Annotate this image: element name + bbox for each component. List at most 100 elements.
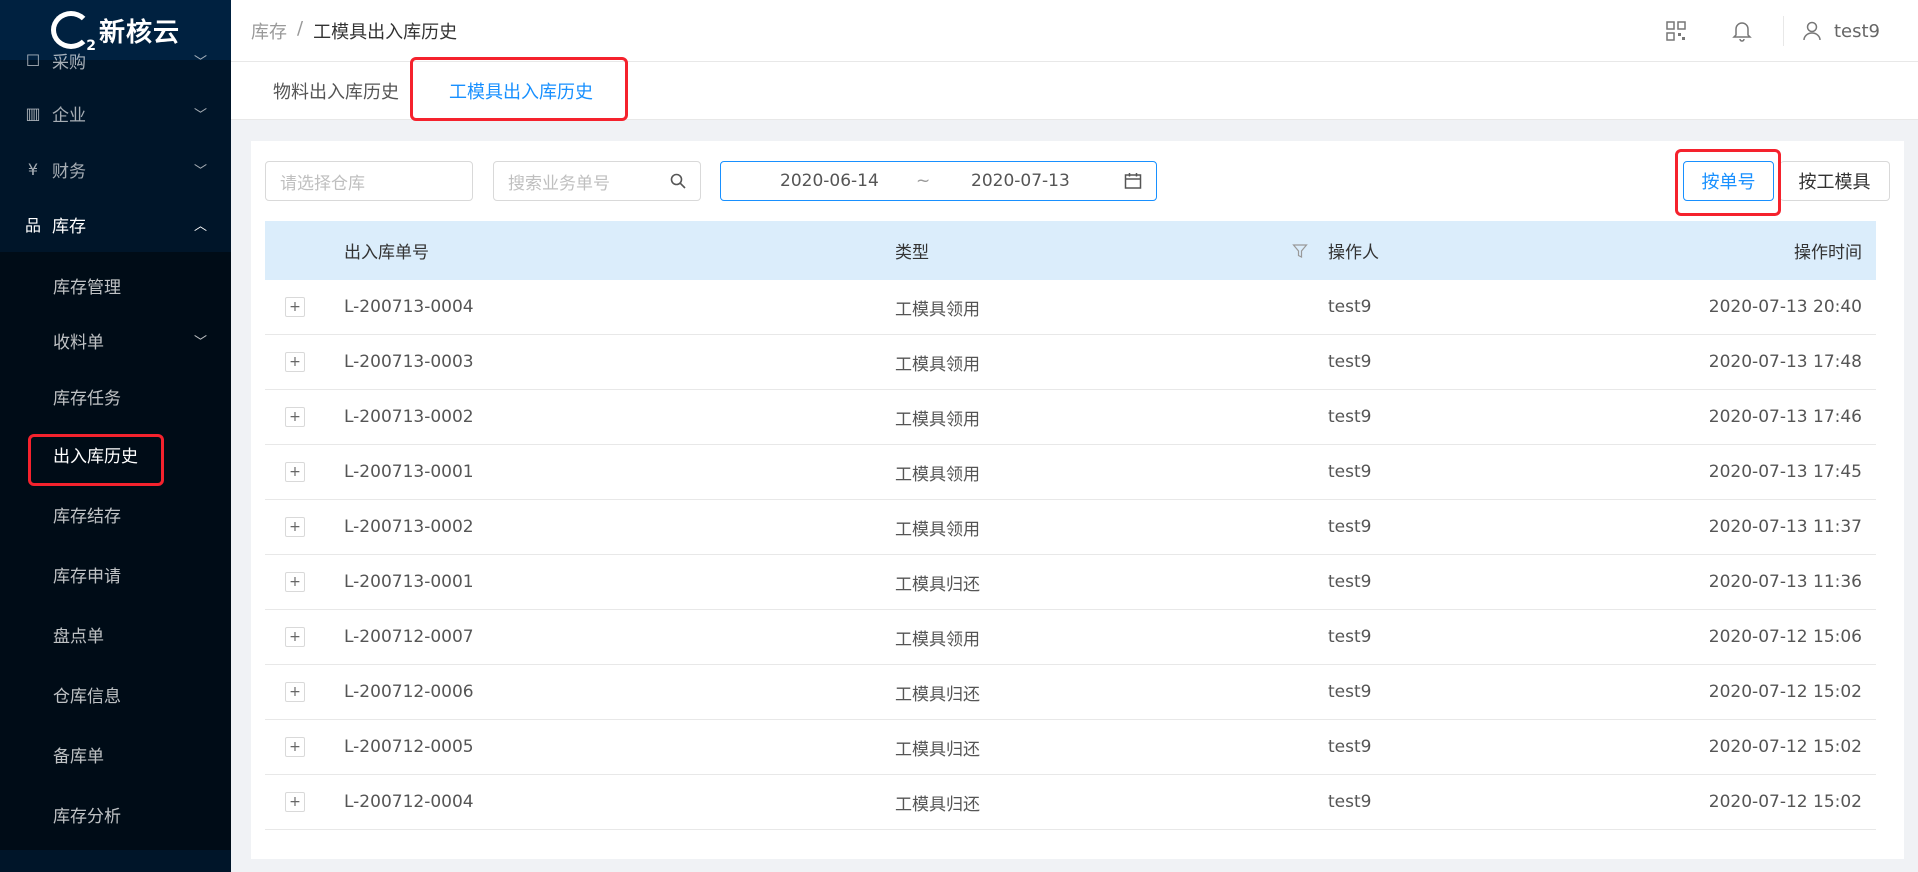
- by-tool-button[interactable]: 按工模具: [1780, 161, 1890, 201]
- sidebar-item-label: 收料单: [53, 332, 104, 353]
- table-row[interactable]: + L-200712-0007 工模具领用 test9 2020-07-12 15:06: [265, 610, 1876, 665]
- sidebar-item-label: 财务: [52, 161, 86, 182]
- cell-time: 2020-07-12 15:02: [1708, 737, 1862, 757]
- sidebar-item-label: 库存任务: [53, 388, 121, 409]
- header-type-label: 类型: [895, 243, 929, 263]
- tab-label: 物料出入库历史: [273, 82, 399, 103]
- cell-time: 2020-07-12 15:02: [1708, 682, 1862, 702]
- table-row[interactable]: + L-200713-0002 工模具领用 test9 2020-07-13 11:37: [265, 500, 1876, 555]
- cell-time: 2020-07-13 17:45: [1708, 462, 1862, 482]
- order-search-input[interactable]: 搜索业务单号: [493, 161, 701, 201]
- user-menu[interactable]: test9: [1792, 21, 1918, 42]
- expand-row-button[interactable]: +: [285, 792, 305, 812]
- expand-row-button[interactable]: +: [285, 407, 305, 427]
- username: test9: [1833, 20, 1880, 42]
- expand-row-button[interactable]: +: [285, 737, 305, 757]
- project-icon: ▭: [22, 869, 44, 872]
- expand-cell: +: [265, 407, 344, 427]
- sidebar-item-label: 库存申请: [53, 566, 121, 587]
- sidebar: 新核云 ☐ 采购 ﹀ ▥ 企业 ﹀ ¥ 财务 ﹀ 品 库存 ︿ 库存管理 收料单…: [0, 0, 231, 872]
- header-order-no: 出入库单号: [344, 243, 429, 263]
- date-range-picker[interactable]: 2020-06-14 ~ 2020-07-13: [720, 161, 1157, 201]
- sidebar-item-project[interactable]: ▭ 项目: [0, 854, 231, 872]
- chevron-down-icon: ﹀: [193, 163, 207, 179]
- expand-row-button[interactable]: +: [285, 627, 305, 647]
- table-row[interactable]: + L-200713-0001 工模具领用 test9 2020-07-13 17:45: [265, 445, 1876, 500]
- table-row[interactable]: + L-200712-0004 工模具归还 test9 2020-07-12 15:02: [265, 775, 1876, 830]
- sidebar-item-stocktaking[interactable]: 盘点单: [0, 604, 231, 664]
- tab-label: 工模具出入库历史: [449, 82, 593, 103]
- cell-type: 工模具领用: [895, 464, 980, 485]
- table-row[interactable]: + L-200713-0004 工模具领用 test9 2020-07-13 20:40: [265, 280, 1876, 335]
- expand-row-button[interactable]: +: [285, 297, 305, 317]
- sidebar-item-receipt[interactable]: 收料单 ﹀: [0, 312, 231, 368]
- qrcode-icon[interactable]: [1643, 0, 1709, 62]
- expand-cell: +: [265, 462, 344, 482]
- table-row[interactable]: + L-200712-0006 工模具归还 test9 2020-07-12 15:02: [265, 665, 1876, 720]
- cell-type: 工模具领用: [895, 519, 980, 540]
- chevron-up-icon: ︿: [193, 218, 207, 234]
- sidebar-item-inventory-request[interactable]: 库存申请: [0, 544, 231, 604]
- sidebar-item-warehouse-info[interactable]: 仓库信息: [0, 664, 231, 724]
- warehouse-select[interactable]: 请选择仓库: [265, 161, 473, 201]
- by-order-button[interactable]: 按单号: [1683, 161, 1774, 201]
- table-row[interactable]: + L-200713-0002 工模具领用 test9 2020-07-13 17:46: [265, 390, 1876, 445]
- expand-row-button[interactable]: +: [285, 352, 305, 372]
- search-icon[interactable]: [670, 173, 686, 189]
- sidebar-item-inventory-analysis[interactable]: 库存分析: [0, 784, 231, 844]
- table-row[interactable]: + L-200713-0001 工模具归还 test9 2020-07-13 11:36: [265, 555, 1876, 610]
- sidebar-item-label: 库存: [52, 216, 86, 237]
- sidebar-item-enterprise[interactable]: ▥ 企业 ﹀: [0, 84, 231, 142]
- cell-operator: test9: [1328, 737, 1372, 757]
- cell-time: 2020-07-13 11:37: [1708, 517, 1862, 537]
- sidebar-item-label: 备库单: [53, 746, 104, 767]
- cell-type: 工模具归还: [895, 794, 980, 815]
- sidebar-item-inventory[interactable]: 品 库存 ︿: [0, 196, 231, 252]
- cell-order-no: L-200713-0001: [344, 572, 474, 592]
- sidebar-item-finance[interactable]: ¥ 财务 ﹀: [0, 142, 231, 196]
- filter-icon[interactable]: [1292, 243, 1308, 259]
- warehouse-placeholder: 请选择仓库: [280, 173, 365, 194]
- sidebar-item-inout-history[interactable]: 出入库历史: [0, 424, 231, 484]
- sidebar-item-label: 企业: [52, 105, 86, 126]
- expand-cell: +: [265, 517, 344, 537]
- bell-icon[interactable]: [1709, 0, 1775, 62]
- cell-operator: test9: [1328, 627, 1372, 647]
- expand-cell: +: [265, 572, 344, 592]
- sidebar-item-inventory-management[interactable]: 库存管理: [0, 258, 231, 312]
- cell-order-no: L-200713-0001: [344, 462, 474, 482]
- cell-type: 工模具归还: [895, 684, 980, 705]
- expand-row-button[interactable]: +: [285, 682, 305, 702]
- date-end[interactable]: 2020-07-13: [971, 171, 1070, 191]
- cell-order-no: L-200712-0006: [344, 682, 474, 702]
- history-table: 出入库单号 类型 操作人 操作时间 + L-200713-0004 工模具领用 tes…: [265, 221, 1876, 830]
- cell-order-no: L-200713-0004: [344, 297, 474, 317]
- table-row[interactable]: + L-200713-0003 工模具领用 test9 2020-07-13 17:48: [265, 335, 1876, 390]
- header-divider: [1782, 16, 1784, 46]
- tab-tool-history[interactable]: 工模具出入库历史: [449, 62, 593, 120]
- sidebar-item-inventory-task[interactable]: 库存任务: [0, 368, 231, 424]
- breadcrumb-current: 工模具出入库历史: [313, 21, 458, 43]
- tab-material-history[interactable]: 物料出入库历史: [273, 62, 399, 120]
- date-separator: ~: [916, 171, 931, 191]
- search-placeholder: 搜索业务单号: [508, 173, 610, 194]
- expand-row-button[interactable]: +: [285, 517, 305, 537]
- breadcrumb-parent[interactable]: 库存: [251, 18, 287, 44]
- expand-row-button[interactable]: +: [285, 462, 305, 482]
- expand-cell: +: [265, 792, 344, 812]
- sidebar-item-stock-prep[interactable]: 备库单: [0, 724, 231, 784]
- yen-icon: ¥: [27, 159, 39, 179]
- cart-icon: ☐: [25, 50, 41, 70]
- sidebar-item-inventory-balance[interactable]: 库存结存: [0, 484, 231, 544]
- header-time: 操作时间: [1794, 243, 1862, 263]
- by-tool-label: 按工模具: [1798, 172, 1871, 193]
- expand-cell: +: [265, 682, 344, 702]
- table-row[interactable]: + L-200712-0005 工模具归还 test9 2020-07-12 15:02: [265, 720, 1876, 775]
- by-order-label: 按单号: [1701, 172, 1756, 193]
- toolbar: 请选择仓库 搜索业务单号 2020-06-14 ~ 2020-07-13 按单号…: [265, 161, 1904, 201]
- expand-row-button[interactable]: +: [285, 572, 305, 592]
- cell-time: 2020-07-12 15:06: [1708, 627, 1862, 647]
- tab-bar: 物料出入库历史 工模具出入库历史: [231, 62, 1918, 120]
- date-start[interactable]: 2020-06-14: [780, 171, 879, 191]
- sidebar-item-purchase[interactable]: ☐ 采购 ﹀: [0, 36, 231, 84]
